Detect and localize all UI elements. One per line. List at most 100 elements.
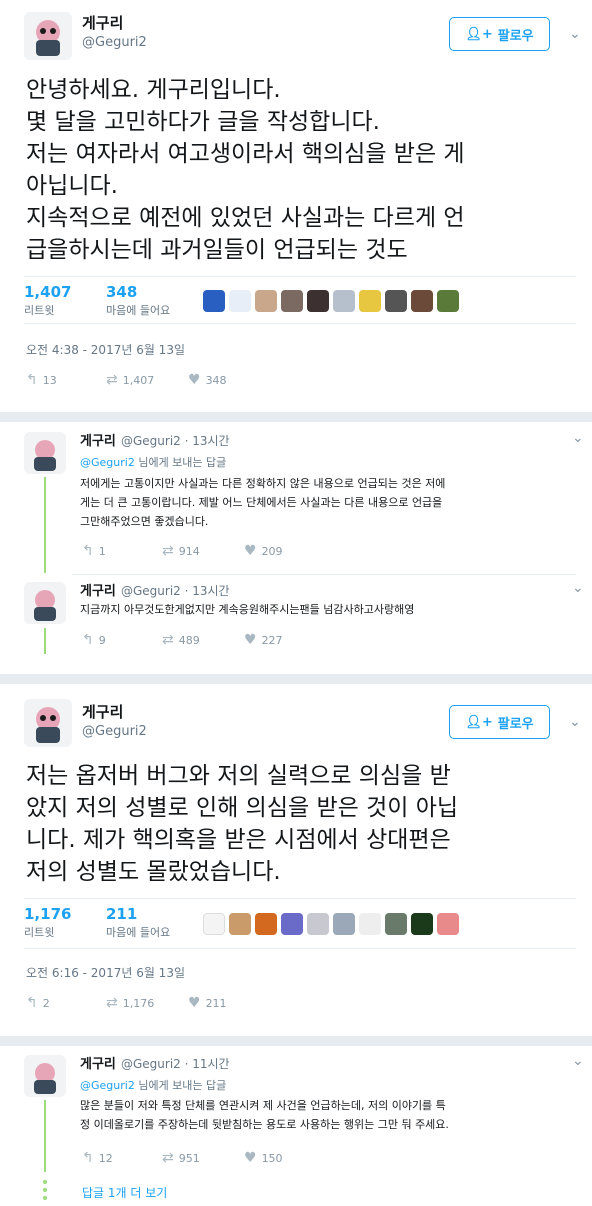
- retweet-button[interactable]: ⇄ 951: [162, 1150, 244, 1166]
- divider: [24, 948, 576, 949]
- retweet-stat[interactable]: 1,176 리트윗: [24, 905, 71, 940]
- liker-avatar[interactable]: [307, 290, 329, 312]
- liker-avatar[interactable]: [359, 913, 381, 935]
- liker-avatar[interactable]: [333, 913, 355, 935]
- author-name[interactable]: 게구리: [80, 1057, 116, 1072]
- like-button[interactable]: ♥ 348: [188, 372, 227, 388]
- divider: [24, 323, 576, 324]
- author-handle[interactable]: @Geguri2: [82, 35, 147, 50]
- thread-dots: [42, 1180, 48, 1200]
- thread-line: [44, 1100, 46, 1172]
- like-button[interactable]: ♥ 209: [244, 543, 283, 559]
- chevron-down-icon[interactable]: ⌄: [572, 1053, 584, 1069]
- heart-icon: ♥: [188, 372, 201, 388]
- liker-avatar[interactable]: [385, 290, 407, 312]
- tweet-text: 안녕하세요. 게구리입니다. 몇 달을 고민하다가 글을 작성합니다. 저는 여…: [26, 77, 465, 263]
- retweet-icon: ⇄: [106, 995, 118, 1011]
- liker-avatar[interactable]: [333, 290, 355, 312]
- liker-avatar[interactable]: [229, 913, 251, 935]
- heart-icon: ♥: [244, 543, 257, 559]
- author-handle[interactable]: @Geguri2 · 11시간: [121, 1057, 230, 1071]
- tweet-actions: ↰ 2 ⇄ 1,176 ♥ 211: [26, 995, 227, 1011]
- liker-avatar[interactable]: [281, 290, 303, 312]
- reply-button[interactable]: ↰ 2: [26, 995, 106, 1011]
- reply-button[interactable]: ↰ 9: [82, 632, 162, 648]
- avatar[interactable]: [24, 1055, 66, 1097]
- like-button[interactable]: ♥ 150: [244, 1150, 283, 1166]
- avatar[interactable]: [24, 432, 66, 474]
- tweet-text: 저는 옵저버 버그와 저의 실력으로 의심을 받 았지 저의 성별로 인해 의심…: [26, 763, 459, 885]
- reply-icon: ↰: [82, 543, 94, 559]
- reply-header: 게구리 @Geguri2 · 13시간: [80, 430, 230, 449]
- reply-icon: ↰: [26, 995, 38, 1011]
- retweet-stat[interactable]: 1,407 리트윗: [24, 283, 71, 318]
- liker-avatar[interactable]: [411, 290, 433, 312]
- add-user-icon: 👤︎+: [465, 714, 493, 730]
- liker-avatar[interactable]: [411, 913, 433, 935]
- liker-avatar[interactable]: [437, 913, 459, 935]
- retweet-icon: ⇄: [162, 543, 174, 559]
- reply-header: 게구리 @Geguri2 · 11시간: [80, 1053, 230, 1072]
- like-button[interactable]: ♥ 227: [244, 632, 283, 648]
- chevron-down-icon[interactable]: ⌄: [572, 580, 584, 596]
- author-name[interactable]: 게구리: [80, 434, 116, 449]
- tweet-actions: ↰ 9 ⇄ 489 ♥ 227: [82, 632, 283, 648]
- reply-button[interactable]: ↰ 13: [26, 372, 106, 388]
- chevron-down-icon[interactable]: ⌄: [569, 26, 581, 42]
- liker-avatar[interactable]: [307, 913, 329, 935]
- more-replies-link[interactable]: 답글 1개 더 보기: [82, 1184, 167, 1201]
- likes-stat[interactable]: 348 마음에 들어요: [106, 283, 170, 318]
- divider: [24, 276, 576, 277]
- divider: [72, 574, 576, 575]
- reply-text: 지금까지 아무것도한게없지만 계속응원해주시는팬들 넘감사하고사랑해영: [80, 603, 415, 616]
- likes-stat[interactable]: 211 마음에 들어요: [106, 905, 170, 940]
- liker-avatar[interactable]: [203, 290, 225, 312]
- reply-header: 게구리 @Geguri2 · 13시간: [80, 580, 230, 599]
- liker-avatars: [203, 913, 463, 935]
- chevron-down-icon[interactable]: ⌄: [572, 430, 584, 446]
- retweet-icon: ⇄: [162, 632, 174, 648]
- avatar[interactable]: [24, 12, 72, 60]
- tweet-date[interactable]: 오전 6:16 - 2017년 6월 13일: [26, 964, 185, 981]
- liker-avatar[interactable]: [255, 290, 277, 312]
- liker-avatar[interactable]: [437, 290, 459, 312]
- follow-button[interactable]: 👤︎+ 팔로우: [449, 705, 550, 739]
- avatar[interactable]: [24, 582, 66, 624]
- heart-icon: ♥: [188, 995, 201, 1011]
- like-button[interactable]: ♥ 211: [188, 995, 227, 1011]
- author-handle[interactable]: @Geguri2 · 13시간: [121, 584, 230, 598]
- liker-avatar[interactable]: [359, 290, 381, 312]
- tweet-date[interactable]: 오전 4:38 - 2017년 6월 13일: [26, 341, 185, 358]
- thread-line: [44, 628, 46, 654]
- retweet-icon: ⇄: [106, 372, 118, 388]
- retweet-button[interactable]: ⇄ 489: [162, 632, 244, 648]
- divider: [24, 898, 576, 899]
- reply-button[interactable]: ↰ 12: [82, 1150, 162, 1166]
- liker-avatar[interactable]: [385, 913, 407, 935]
- author-name[interactable]: 게구리: [82, 12, 123, 33]
- author-name[interactable]: 게구리: [80, 584, 116, 599]
- reply-icon: ↰: [26, 372, 38, 388]
- retweet-icon: ⇄: [162, 1150, 174, 1166]
- tweet-actions: ↰ 1 ⇄ 914 ♥ 209: [82, 543, 283, 559]
- add-user-icon: 👤︎+: [465, 26, 493, 42]
- reply-button[interactable]: ↰ 1: [82, 543, 162, 559]
- follow-button[interactable]: 👤︎+ 팔로우: [449, 17, 550, 51]
- liker-avatar[interactable]: [203, 913, 225, 935]
- retweet-button[interactable]: ⇄ 914: [162, 543, 244, 559]
- avatar[interactable]: [24, 699, 72, 747]
- reply-icon: ↰: [82, 632, 94, 648]
- tweet-actions: ↰ 12 ⇄ 951 ♥ 150: [82, 1150, 283, 1166]
- liker-avatar[interactable]: [229, 290, 251, 312]
- liker-avatar[interactable]: [281, 913, 303, 935]
- liker-avatars: [203, 290, 463, 312]
- retweet-button[interactable]: ⇄ 1,176: [106, 995, 188, 1011]
- section-separator: [0, 674, 592, 684]
- retweet-button[interactable]: ⇄ 1,407: [106, 372, 188, 388]
- section-separator: [0, 1036, 592, 1046]
- author-handle[interactable]: @Geguri2: [82, 724, 147, 739]
- chevron-down-icon[interactable]: ⌄: [569, 714, 581, 730]
- author-name[interactable]: 게구리: [82, 701, 123, 722]
- author-handle[interactable]: @Geguri2 · 13시간: [121, 434, 230, 448]
- liker-avatar[interactable]: [255, 913, 277, 935]
